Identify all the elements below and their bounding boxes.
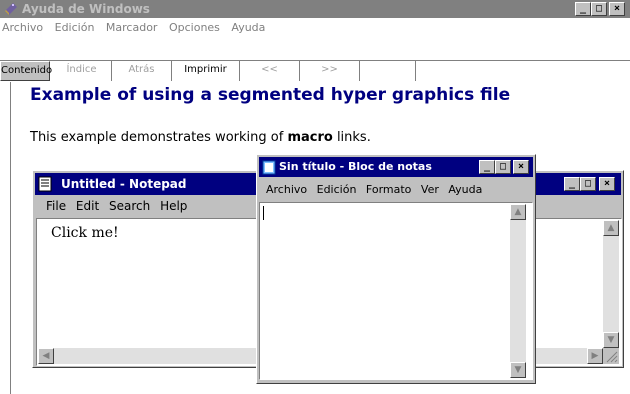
notepad-es-maximize-button[interactable]: □: [495, 160, 511, 174]
macro-link[interactable]: macro: [287, 130, 332, 145]
notepad-en-close-button[interactable]: ×: [599, 177, 615, 191]
scroll-left-icon[interactable]: ◀: [38, 348, 54, 364]
help-menu-archivo[interactable]: Archivo: [2, 21, 43, 34]
notepad-es-menu-ayuda[interactable]: Ayuda: [448, 183, 482, 196]
help-book-icon: [3, 1, 19, 17]
atras-button[interactable]: Atrás: [112, 61, 172, 81]
notepad-es-menu-bar: Archivo Edición Formato Ver Ayuda: [266, 182, 482, 198]
toolbar-spacer: [360, 61, 416, 81]
notepad-en-menu-search[interactable]: Search: [109, 199, 150, 213]
scroll-down-icon[interactable]: ▼: [603, 332, 619, 348]
scroll-up-icon[interactable]: ▲: [510, 204, 526, 220]
notepad-es-title-bar[interactable]: Sin título - Bloc de notas _ □ ×: [259, 157, 533, 177]
scroll-up-icon[interactable]: ▲: [603, 220, 619, 236]
next-button[interactable]: >>: [300, 61, 360, 81]
size-grip-icon[interactable]: [603, 348, 619, 364]
help-minimize-button[interactable]: _: [575, 2, 591, 16]
maximize-icon: □: [595, 3, 603, 14]
help-menu-bar: Archivo Edición Marcador Opciones Ayuda: [0, 19, 630, 37]
notepad-es-menu-formato[interactable]: Formato: [366, 183, 412, 196]
notepad-es-menu-edicion[interactable]: Edición: [317, 183, 357, 196]
notepad-en-content: Click me!: [51, 225, 119, 241]
help-body-text: This example demonstrates working of mac…: [30, 130, 371, 145]
notepad-es-close-button[interactable]: ×: [513, 160, 529, 174]
notepad-es-minimize-button[interactable]: _: [479, 160, 495, 174]
minimize-icon: _: [579, 3, 587, 14]
close-icon: ×: [613, 3, 621, 14]
help-menu-ayuda[interactable]: Ayuda: [231, 21, 265, 34]
prev-button[interactable]: <<: [240, 61, 300, 81]
notepad-es-vscrollbar[interactable]: [510, 204, 526, 378]
notepad-en-vscrollbar[interactable]: [603, 220, 619, 348]
help-title-bar[interactable]: Ayuda de Windows _ □ ×: [0, 0, 630, 18]
help-menu-opciones[interactable]: Opciones: [169, 21, 220, 34]
contenido-button[interactable]: Contenido: [0, 61, 52, 81]
close-icon: ×: [517, 161, 525, 172]
help-menu-edicion[interactable]: Edición: [55, 21, 95, 34]
notepad-es-menu-archivo[interactable]: Archivo: [266, 183, 307, 196]
notepad-en-menu-bar: File Edit Search Help: [46, 198, 187, 214]
scroll-down-icon[interactable]: ▼: [510, 362, 526, 378]
notepad-icon: [262, 159, 276, 175]
notepad-en-title: Untitled - Notepad: [61, 177, 187, 191]
indice-button[interactable]: Índice: [52, 61, 112, 81]
notepad-es-edit-area[interactable]: ▲ ▼: [259, 202, 533, 380]
help-toolbar-buttons: Contenido Índice Atrás Imprimir << >>: [0, 61, 630, 82]
help-heading: Example of using a segmented hyper graph…: [30, 85, 511, 105]
maximize-icon: □: [584, 178, 592, 189]
minimize-icon: _: [568, 178, 576, 189]
notepad-en-menu-help[interactable]: Help: [160, 199, 187, 213]
close-icon: ×: [603, 178, 611, 189]
body-prefix: This example demonstrates working of: [30, 130, 288, 145]
help-menu-marcador[interactable]: Marcador: [106, 21, 158, 34]
maximize-icon: □: [499, 161, 507, 172]
notepad-en-maximize-button[interactable]: □: [580, 177, 596, 191]
help-title: Ayuda de Windows: [22, 2, 150, 16]
notepad-icon: [38, 176, 52, 192]
notepad-en-minimize-button[interactable]: _: [564, 177, 580, 191]
scroll-right-icon[interactable]: ▶: [587, 348, 603, 364]
notepad-es-title: Sin título - Bloc de notas: [279, 160, 432, 173]
notepad-en-menu-file[interactable]: File: [46, 199, 66, 213]
imprimir-button[interactable]: Imprimir: [172, 61, 240, 81]
notepad-en-menu-edit[interactable]: Edit: [76, 199, 99, 213]
notepad-es-menu-ver[interactable]: Ver: [421, 183, 439, 196]
help-maximize-button[interactable]: □: [591, 2, 607, 16]
help-close-button[interactable]: ×: [609, 2, 625, 16]
body-suffix: links.: [332, 130, 371, 145]
minimize-icon: _: [483, 161, 491, 172]
text-cursor: [263, 206, 264, 220]
